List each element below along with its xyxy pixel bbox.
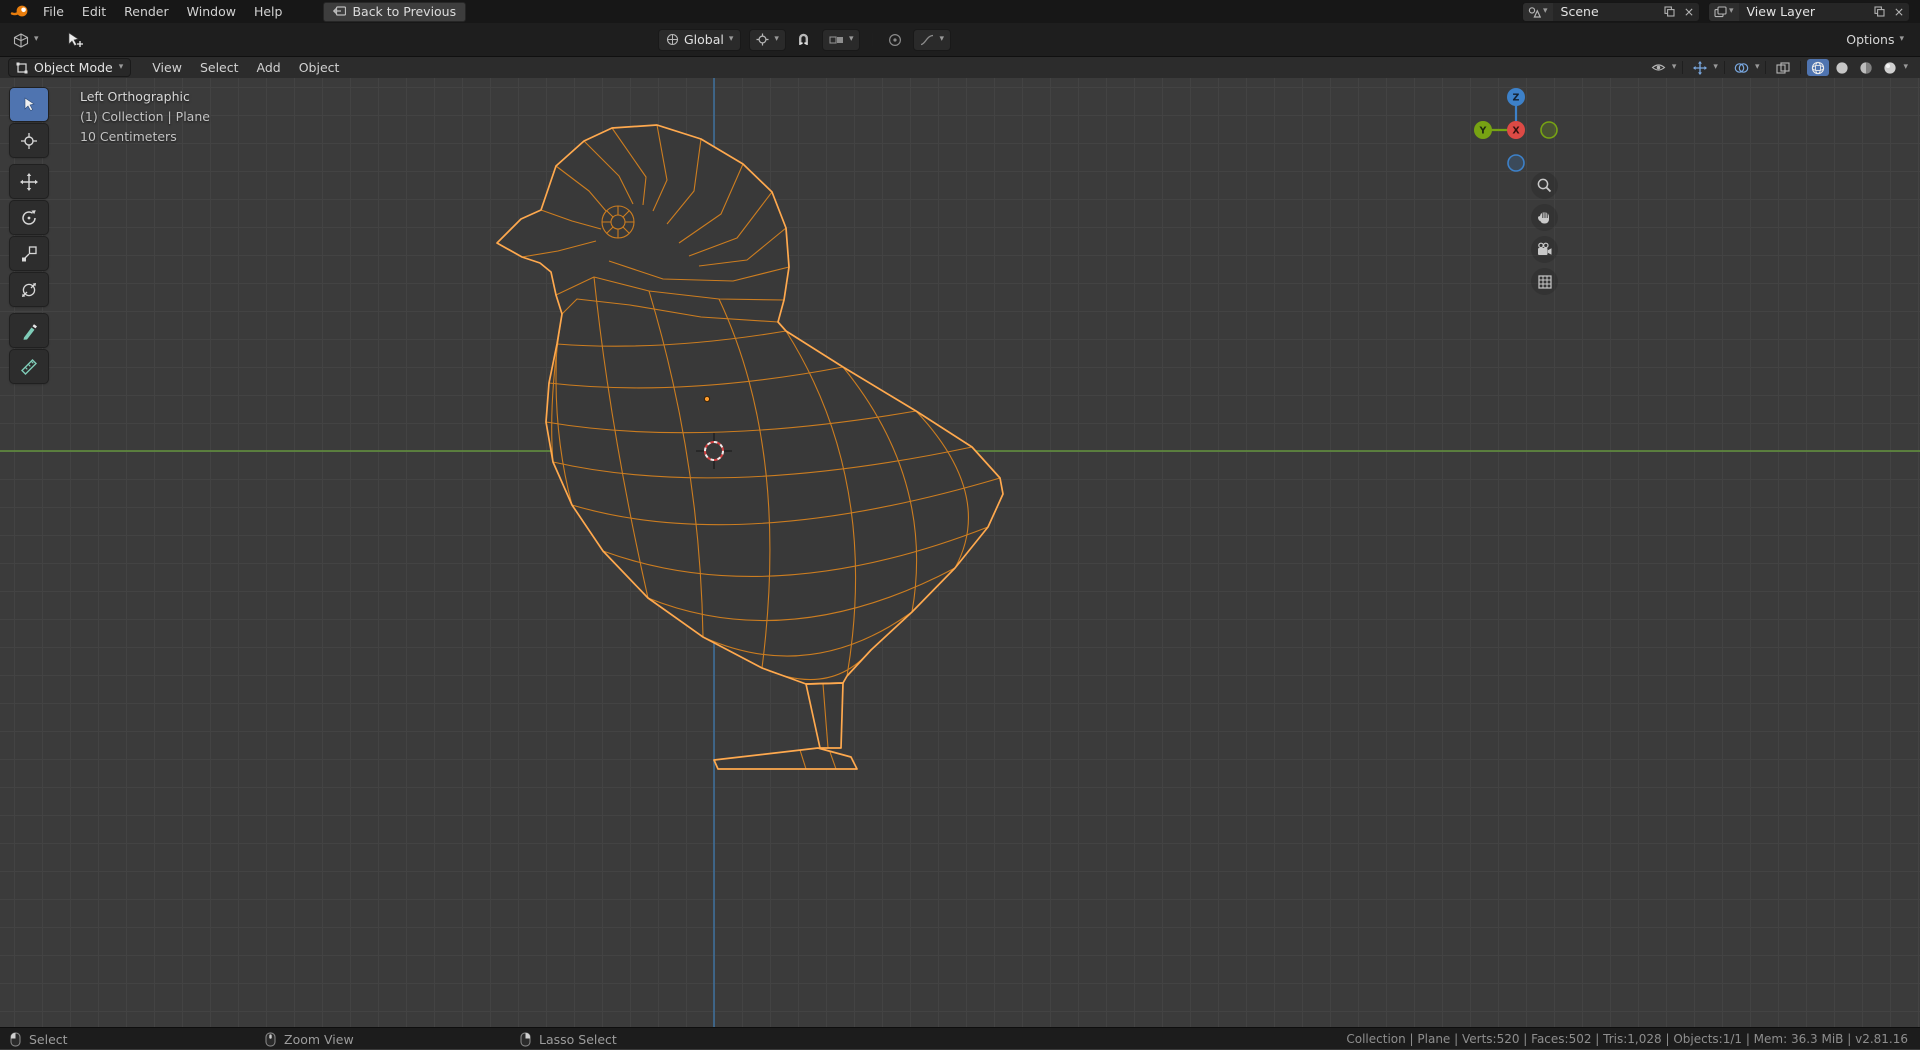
mode-dropdown[interactable]: Object Mode ▾ — [8, 58, 131, 77]
viewport-menus: View Select Add Object — [143, 58, 348, 77]
viewport-header: Object Mode ▾ View Select Add Object ▾ ▾ — [0, 57, 1920, 78]
show-overlays-toggle[interactable] — [1731, 59, 1753, 76]
shading-material-button[interactable] — [1855, 59, 1877, 76]
proportional-falloff-dropdown[interactable]: ▾ — [913, 29, 951, 51]
scene-name-field[interactable]: Scene — [1553, 4, 1659, 19]
tool-move[interactable] — [10, 165, 48, 198]
editor-type-selector[interactable]: ▾ — [8, 32, 43, 48]
gizmo-dropdown[interactable]: ▾ — [1713, 63, 1718, 72]
camera-view-icon[interactable] — [1531, 236, 1558, 263]
blender-logo-icon[interactable] — [10, 4, 30, 19]
options-dropdown[interactable]: Options ▾ — [1846, 32, 1904, 47]
view-layer-browse-button[interactable]: ▾ — [1709, 3, 1739, 21]
show-gizmo-toggle[interactable] — [1689, 59, 1711, 76]
mouse-right-button-icon — [520, 1032, 531, 1047]
delete-scene-button[interactable]: × — [1679, 3, 1699, 21]
tool-settings-header: ▾ Global ▾ ▾ — [0, 23, 1920, 57]
tool-scale[interactable] — [10, 237, 48, 270]
overlays-dropdown[interactable]: ▾ — [1755, 63, 1760, 72]
shading-solid-button[interactable] — [1831, 59, 1853, 76]
tool-cursor[interactable] — [10, 124, 48, 157]
falloff-curve-icon — [920, 34, 934, 46]
hint-zoom-view: Zoom View — [265, 1028, 354, 1050]
view-name-label: Left Orthographic — [80, 87, 210, 107]
menu-view[interactable]: View — [143, 58, 191, 77]
orientation-icon — [666, 33, 679, 46]
transform-orientation-dropdown[interactable]: Global ▾ — [658, 29, 741, 51]
orientation-gizmo[interactable]: Z Y X — [1466, 80, 1566, 180]
mouse-middle-button-icon — [265, 1032, 276, 1047]
mouse-left-button-icon — [10, 1032, 21, 1047]
proportional-editing-toggle[interactable] — [885, 31, 905, 48]
zoom-view-icon[interactable] — [1531, 172, 1558, 199]
svg-text:X: X — [1512, 126, 1520, 137]
scene-icon — [1528, 6, 1541, 18]
topbar: File Edit Render Window Help Back to Pre… — [0, 0, 1920, 23]
back-icon — [333, 6, 346, 17]
y-axis-grid-line — [0, 450, 1920, 452]
menu-edit[interactable]: Edit — [73, 2, 115, 21]
tool-select-box[interactable] — [10, 88, 48, 121]
tool-transform[interactable] — [10, 273, 48, 306]
new-view-layer-button[interactable] — [1869, 3, 1889, 21]
grid-scale-label: 10 Centimeters — [80, 127, 210, 147]
svg-text:Y: Y — [1479, 126, 1487, 137]
snap-with-icon — [829, 34, 844, 46]
menu-file[interactable]: File — [34, 2, 73, 21]
view-layer-icon — [1714, 6, 1727, 18]
menu-window[interactable]: Window — [178, 2, 245, 21]
gizmo-axis-neg-y — [1541, 122, 1557, 138]
snap-to-dropdown[interactable]: ▾ — [749, 29, 786, 51]
tool-measure[interactable] — [10, 350, 48, 383]
shading-rendered-button[interactable] — [1879, 59, 1901, 76]
xray-toggle[interactable] — [1772, 59, 1794, 76]
toggle-orthographic-grid-icon[interactable] — [1531, 268, 1558, 295]
context-label: (1) Collection | Plane — [80, 107, 210, 127]
menu-select[interactable]: Select — [191, 58, 248, 77]
z-axis-grid-line — [713, 78, 715, 1027]
snap-with-dropdown[interactable]: ▾ — [822, 29, 861, 51]
hint-select: Select — [10, 1028, 68, 1050]
back-to-previous-button[interactable]: Back to Previous — [323, 2, 466, 22]
viewport-overlay-text: Left Orthographic (1) Collection | Plane… — [80, 87, 210, 147]
editor-3d-viewport-icon — [12, 32, 30, 48]
shading-dropdown[interactable]: ▾ — [1903, 63, 1908, 72]
viewport-header-toggles: ▾ ▾ ▾ — [1648, 59, 1908, 76]
viewport-3d[interactable]: Left Orthographic (1) Collection | Plane… — [0, 78, 1920, 1027]
view-layer-name-field[interactable]: View Layer — [1739, 4, 1869, 19]
scene-browse-button[interactable]: ▾ — [1523, 3, 1553, 21]
menu-help[interactable]: Help — [245, 2, 292, 21]
tool-rotate[interactable] — [10, 201, 48, 234]
active-tool-select-box-icon — [65, 31, 85, 49]
remove-view-layer-button[interactable]: × — [1889, 3, 1909, 21]
object-mode-icon — [16, 62, 28, 74]
view-layer-selector: ▾ View Layer × — [1708, 2, 1910, 22]
svg-text:Z: Z — [1513, 93, 1520, 104]
menu-render[interactable]: Render — [115, 2, 178, 21]
scene-selector: ▾ Scene × — [1522, 2, 1700, 22]
viewport-tool-options: Global ▾ ▾ — [658, 23, 951, 56]
snap-magnet-toggle[interactable] — [794, 31, 814, 48]
toolbar — [10, 88, 48, 383]
selected-object-wireframe — [0, 78, 1920, 1027]
menu-object[interactable]: Object — [290, 58, 349, 77]
pan-view-hand-icon[interactable] — [1531, 204, 1558, 231]
snap-target-icon — [756, 33, 769, 46]
statusbar: Select Zoom View Lasso Select Collection… — [0, 1027, 1920, 1049]
hint-lasso-select: Lasso Select — [520, 1028, 617, 1050]
menu-add[interactable]: Add — [248, 58, 290, 77]
new-scene-button[interactable] — [1659, 3, 1679, 21]
object-origin-dot — [704, 396, 709, 401]
object-visibility-icon[interactable] — [1648, 59, 1670, 76]
tool-annotate[interactable] — [10, 314, 48, 347]
viewport-nav-buttons — [1531, 172, 1558, 295]
shading-wireframe-button[interactable] — [1807, 59, 1829, 76]
visibility-dropdown[interactable]: ▾ — [1672, 63, 1677, 72]
scene-statistics: Collection | Plane | Verts:520 | Faces:5… — [1346, 1028, 1908, 1050]
gizmo-axis-neg-z — [1508, 155, 1524, 171]
